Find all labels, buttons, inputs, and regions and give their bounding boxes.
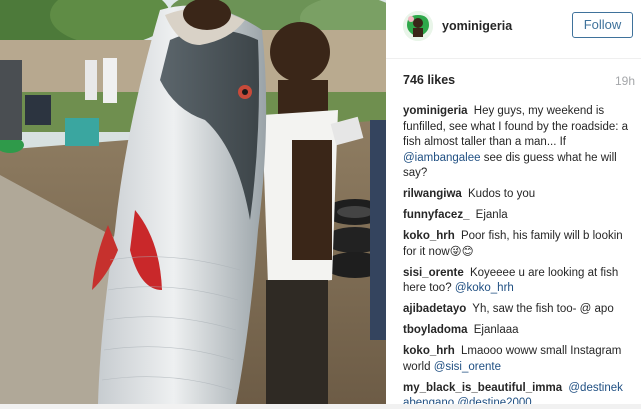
post-header: yominigeria Follow [386,0,641,59]
comment-text: Kudos to you [468,188,536,200]
comment-text: Ejanlaaa [473,324,519,336]
comment-username[interactable]: funnyfacez_ [403,209,469,221]
comment-username[interactable]: koko_hrh [403,230,455,242]
comment-text: Ejanla [475,209,508,221]
comment-username[interactable]: my_black_is_beautiful_imma [403,382,562,394]
comment-text: Yh, saw the fish too- @ apo [472,303,614,315]
comment-item: yominigeria Hey guys, my weekend is funf… [403,104,635,182]
comment-username[interactable]: ajibadetayo [403,303,466,315]
comment-username[interactable]: sisi_orente [403,267,464,279]
comment-username[interactable]: yominigeria [403,105,468,117]
comments-list: yominigeria Hey guys, my weekend is funf… [403,104,635,417]
post-photo[interactable] [0,0,386,404]
comment-username[interactable]: rilwangiwa [403,188,462,200]
post-details-panel: yominigeria Follow 746 likes 19h yominig… [386,0,641,409]
post-username[interactable]: yominigeria [442,19,512,33]
follow-button[interactable]: Follow [572,12,633,38]
post-photo-illustration [0,0,386,404]
post-meta: 746 likes 19h [403,73,635,91]
comment-item: tboyladoma Ejanlaaa [403,323,635,339]
comment-username[interactable]: koko_hrh [403,345,455,357]
profile-avatar-icon[interactable] [403,11,433,41]
likes-count[interactable]: 746 likes [403,73,455,87]
bottom-divider [0,404,641,409]
avatar-graphic [403,11,433,41]
instagram-post: yominigeria Follow 746 likes 19h yominig… [0,0,641,409]
comment-item: sisi_orente Koyeeee u are looking at fis… [403,266,635,297]
post-age[interactable]: 19h [615,74,635,88]
comment-mention[interactable]: @koko_hrh [455,282,514,294]
comment-item: koko_hrh Poor fish, his family will b lo… [403,229,635,260]
comment-mention[interactable]: @iambangalee [403,152,481,164]
comment-item: funnyfacez_ Ejanla [403,208,635,224]
comment-username[interactable]: tboyladoma [403,324,468,336]
comment-item: rilwangiwa Kudos to you [403,187,635,203]
comment-item: koko_hrh Lmaooo woww small Instagram wor… [403,344,635,375]
comment-item: ajibadetayo Yh, saw the fish too- @ apo [403,302,635,318]
comment-mention[interactable]: @sisi_orente [434,361,501,373]
